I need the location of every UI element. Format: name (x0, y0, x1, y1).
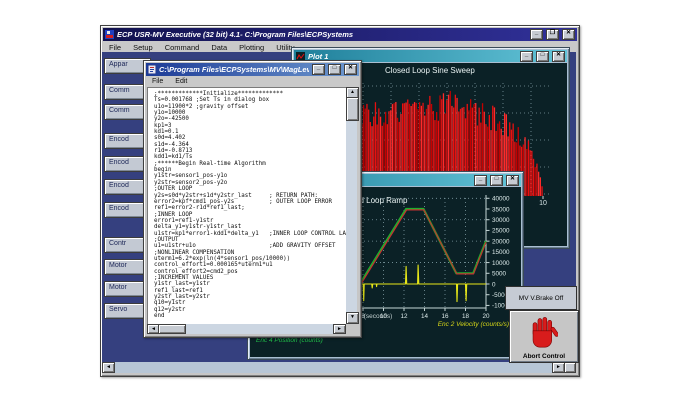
main-titlebar[interactable]: ECP USR-MV Executive (32 bit) 4.1- C:\Pr… (103, 28, 577, 41)
menu-data[interactable]: Data (205, 43, 233, 52)
scroll-right-icon[interactable]: ► (333, 324, 346, 334)
svg-text:5000: 5000 (492, 271, 507, 278)
menu-setup[interactable]: Setup (127, 43, 159, 52)
maximize-icon[interactable]: □ (490, 174, 503, 186)
svg-text:20: 20 (482, 313, 490, 320)
editor-menubar: File Edit (146, 76, 359, 87)
svg-text:40000: 40000 (492, 196, 510, 203)
hand-stop-icon (530, 314, 558, 350)
editor-menu-edit[interactable]: Edit (169, 78, 193, 85)
code-editor-area[interactable]: ;*************Initialize************* Ts… (147, 87, 347, 326)
ramp-legend-position: Enc 4 Position (counts) (256, 337, 323, 344)
close-icon[interactable]: ✕ (562, 29, 575, 40)
abort-control-label: Abort Control (522, 353, 566, 360)
svg-text:10: 10 (539, 200, 547, 207)
menu-file[interactable]: File (103, 43, 127, 52)
menu-command[interactable]: Command (159, 43, 206, 52)
svg-text:20000: 20000 (492, 238, 510, 245)
algorithm-code: ;*************Initialize************* Ts… (154, 91, 347, 320)
svg-text:18: 18 (462, 313, 470, 320)
desktop: ECP USR-MV Executive (32 bit) 4.1- C:\Pr… (0, 0, 688, 400)
brake-button[interactable]: MV V.Brake Off (505, 286, 577, 310)
svg-text:16: 16 (441, 313, 449, 320)
close-icon[interactable]: ✕ (552, 50, 565, 62)
ramp-legend-velocity: Enc 2 Velocity (counts/s) (437, 321, 509, 328)
scroll-left-icon[interactable]: ◄ (102, 362, 115, 373)
editor-hscrollbar[interactable]: ◄ ► (147, 324, 346, 334)
vscroll-thumb[interactable] (346, 97, 359, 121)
resize-grip[interactable] (564, 362, 576, 373)
hscroll-thumb[interactable] (158, 324, 186, 334)
scroll-down-icon[interactable]: ▼ (346, 312, 359, 324)
main-title: ECP USR-MV Executive (32 bit) 4.1- C:\Pr… (117, 30, 354, 39)
menu-plotting[interactable]: Plotting (233, 43, 270, 52)
svg-text:30000: 30000 (492, 217, 510, 224)
sine-sweep-title: Closed Loop Sine Sweep (385, 66, 475, 75)
svg-text:14: 14 (421, 313, 429, 320)
svg-text:15000: 15000 (492, 249, 510, 256)
svg-text:10000: 10000 (492, 260, 510, 267)
minimize-icon[interactable]: _ (530, 29, 543, 40)
scrollbar-corner (346, 324, 357, 334)
minimize-icon[interactable]: _ (312, 64, 325, 75)
editor-window: C:\Program Files\ECPSystems\MV\MagLev\no… (143, 60, 362, 338)
minimize-icon[interactable]: _ (474, 174, 487, 186)
close-icon[interactable]: ✕ (506, 174, 519, 186)
maximize-icon[interactable]: □ (328, 64, 341, 75)
minimize-icon[interactable]: _ (520, 50, 533, 62)
close-icon[interactable]: ✕ (344, 64, 357, 75)
svg-text:25000: 25000 (492, 228, 510, 235)
restore-icon[interactable]: ❐ (546, 29, 559, 40)
editor-menu-file[interactable]: File (146, 78, 169, 85)
svg-text:35000: 35000 (492, 206, 510, 213)
editor-titlebar[interactable]: C:\Program Files\ECPSystems\MV\MagLev\no… (146, 63, 359, 76)
document-icon (148, 65, 156, 74)
maximize-icon[interactable]: □ (536, 50, 549, 62)
main-hscrollbar[interactable]: ◄ ► (102, 362, 576, 373)
editor-vscrollbar[interactable]: ▲ ▼ (346, 87, 359, 324)
editor-title: C:\Program Files\ECPSystems\MV\MagLev\no… (159, 65, 309, 74)
app-icon (105, 30, 114, 39)
abort-control-button[interactable]: Abort Control (509, 310, 579, 363)
svg-text:0: 0 (492, 281, 496, 288)
